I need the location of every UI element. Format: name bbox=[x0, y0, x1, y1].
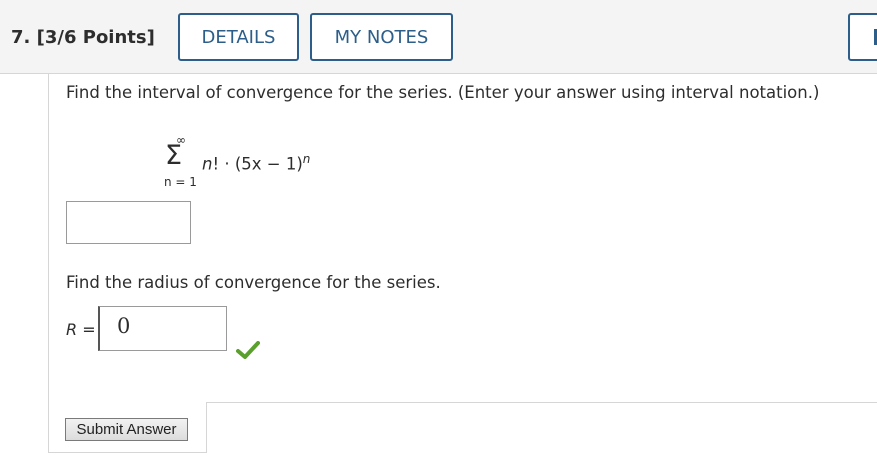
panel-divider bbox=[206, 402, 207, 453]
correct-check-icon bbox=[236, 341, 260, 359]
term-exponent: n bbox=[302, 152, 311, 166]
radius-prompt: Find the radius of convergence for the s… bbox=[66, 273, 441, 292]
radius-answer-input[interactable]: 0 bbox=[98, 306, 227, 351]
sigma-symbol: Σ bbox=[165, 140, 183, 171]
submit-answer-button[interactable]: Submit Answer bbox=[65, 418, 188, 441]
term-body: ! · (5x − 1) bbox=[212, 154, 303, 174]
panel-divider bbox=[48, 452, 207, 453]
question-title: 7. [3/6 Points] bbox=[11, 27, 155, 48]
series-term: n! · (5x − 1)n bbox=[202, 152, 310, 174]
term-variable: n bbox=[202, 154, 213, 174]
panel-divider bbox=[206, 402, 877, 403]
radius-label: R = bbox=[66, 320, 96, 339]
my-notes-button[interactable]: MY NOTES bbox=[310, 13, 453, 61]
question-header: 7. [3/6 Points] DETAILS MY NOTES bbox=[0, 0, 877, 74]
interval-answer-input[interactable] bbox=[66, 201, 191, 244]
radius-equals: = bbox=[77, 320, 96, 339]
radius-variable: R bbox=[66, 320, 78, 339]
header-cutoff-button[interactable] bbox=[848, 13, 877, 61]
sum-lower-limit: n = 1 bbox=[164, 175, 197, 189]
question-panel bbox=[48, 74, 877, 453]
details-button[interactable]: DETAILS bbox=[178, 13, 299, 61]
interval-prompt: Find the interval of convergence for the… bbox=[66, 83, 820, 102]
